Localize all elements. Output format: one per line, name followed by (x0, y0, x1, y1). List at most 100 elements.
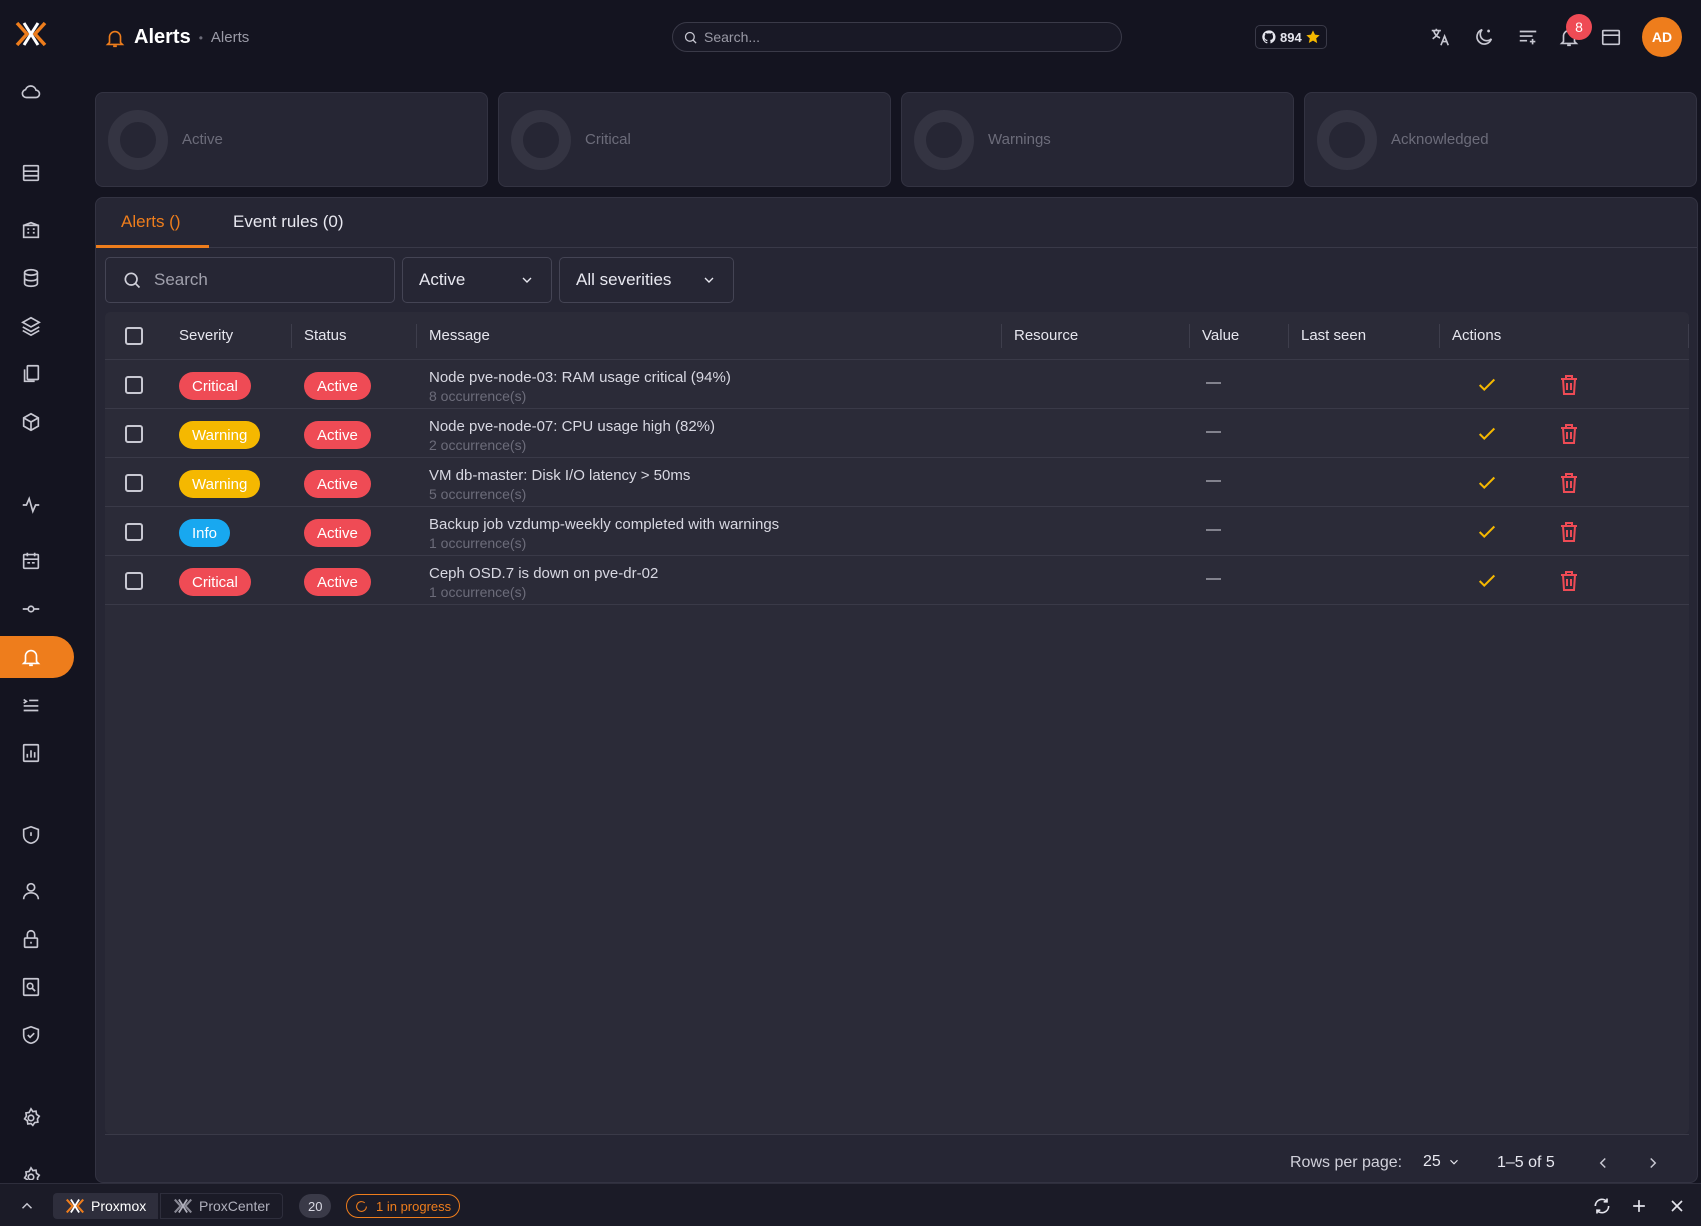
row-checkbox[interactable] (125, 376, 143, 394)
delete-button[interactable] (1557, 471, 1581, 495)
nav-commits[interactable] (0, 588, 74, 630)
column-divider (291, 324, 292, 348)
delete-button[interactable] (1557, 569, 1581, 593)
column-header-value[interactable]: Value (1202, 327, 1239, 344)
breadcrumb-current[interactable]: Alerts (211, 29, 249, 46)
connection-tab-proxcenter[interactable]: ProxCenter (160, 1193, 283, 1219)
row-checkbox[interactable] (125, 523, 143, 541)
acknowledge-button[interactable] (1476, 521, 1498, 543)
nav-admin-settings[interactable] (0, 1155, 74, 1180)
alert-search-input[interactable] (154, 270, 374, 290)
column-header-message[interactable]: Message (429, 327, 490, 344)
column-divider (1189, 324, 1190, 348)
column-header-severity[interactable]: Severity (179, 327, 233, 344)
translate-button[interactable] (1427, 24, 1453, 50)
chevron-right-icon (1650, 1157, 1657, 1169)
tab-alerts[interactable]: Alerts () (121, 212, 181, 232)
alert-message: VM db-master: Disk I/O latency > 50ms (429, 467, 691, 484)
previous-page-button[interactable] (1591, 1151, 1615, 1175)
bell-icon (21, 649, 41, 667)
table-row[interactable]: Warning Active VM db-master: Disk I/O la… (105, 458, 1689, 507)
connection-tab-proxmox[interactable]: Proxmox (53, 1193, 159, 1219)
refresh-button[interactable] (1592, 1196, 1612, 1216)
nav-cloud[interactable] (0, 71, 74, 113)
nav-monitoring[interactable] (0, 484, 74, 526)
layout-toggle-button[interactable] (1598, 24, 1624, 50)
task-progress-indicator[interactable]: 1 in progress (346, 1194, 461, 1218)
nav-layers[interactable] (0, 305, 74, 347)
nav-inventory[interactable] (0, 152, 74, 194)
table-row[interactable]: Critical Active Ceph OSD.7 is down on pv… (105, 556, 1689, 605)
column-header-actions: Actions (1452, 327, 1502, 344)
nav-storage[interactable] (0, 257, 74, 299)
alert-occurrences: 2 occurrence(s) (429, 437, 527, 453)
alert-value: — (1206, 374, 1221, 391)
stat-card-acknowledged: Acknowledged (1304, 92, 1697, 187)
global-search[interactable] (672, 22, 1122, 52)
add-tab-button[interactable] (1629, 1196, 1649, 1216)
cloud-icon (21, 85, 41, 99)
alert-search[interactable] (105, 257, 395, 303)
status-badge: Active (304, 470, 371, 498)
github-stars-button[interactable]: 894 (1255, 25, 1327, 49)
trash-icon (1561, 424, 1577, 444)
rows-per-page-select[interactable]: 25 (1423, 1153, 1461, 1171)
close-panel-button[interactable] (1667, 1196, 1687, 1216)
nav-calendar[interactable] (0, 540, 74, 582)
check-icon (1478, 427, 1496, 441)
nav-tasks[interactable] (0, 684, 74, 726)
tab-event-rules[interactable]: Event rules (0) (233, 212, 344, 232)
task-queue-button[interactable] (1515, 24, 1541, 50)
next-page-button[interactable] (1641, 1151, 1665, 1175)
nav-audit[interactable] (0, 966, 74, 1008)
column-header-last-seen[interactable]: Last seen (1301, 327, 1366, 344)
status-filter-select[interactable]: Active (402, 257, 552, 303)
global-search-input[interactable] (704, 29, 1084, 45)
task-count-badge[interactable]: 20 (299, 1194, 332, 1218)
building-icon (22, 221, 40, 239)
app-logo-icon[interactable] (14, 20, 48, 48)
acknowledge-button[interactable] (1476, 374, 1498, 396)
queue-icon (1519, 30, 1537, 45)
table-row[interactable]: Critical Active Node pve-node-03: RAM us… (105, 360, 1689, 409)
row-checkbox[interactable] (125, 474, 143, 492)
page-title: Alerts (134, 26, 191, 48)
trash-icon (1561, 522, 1577, 542)
rows-per-page-value: 25 (1423, 1153, 1441, 1170)
table-row[interactable]: Info Active Backup job vzdump-weekly com… (105, 507, 1689, 556)
delete-button[interactable] (1557, 520, 1581, 544)
nav-users[interactable] (0, 870, 74, 912)
expand-panel-button[interactable] (18, 1197, 36, 1215)
alert-occurrences: 1 occurrence(s) (429, 535, 527, 551)
alert-occurrences: 1 occurrence(s) (429, 584, 527, 600)
delete-button[interactable] (1557, 373, 1581, 397)
acknowledge-button[interactable] (1476, 423, 1498, 445)
delete-button[interactable] (1557, 422, 1581, 446)
translate-icon (1431, 28, 1450, 46)
select-all-checkbox[interactable] (125, 327, 143, 345)
user-avatar[interactable]: AD (1642, 17, 1682, 57)
column-header-resource[interactable]: Resource (1014, 327, 1078, 344)
stat-card-critical: Critical (498, 92, 891, 187)
nav-security[interactable] (0, 814, 74, 856)
acknowledge-button[interactable] (1476, 472, 1498, 494)
nav-alerts[interactable] (0, 636, 74, 678)
nav-datacenter[interactable] (0, 209, 74, 251)
nav-permissions[interactable] (0, 918, 74, 960)
status-filter-value: Active (419, 270, 466, 289)
nav-compliance[interactable] (0, 1014, 74, 1056)
theme-toggle-button[interactable] (1471, 24, 1497, 50)
acknowledge-button[interactable] (1476, 570, 1498, 592)
severity-filter-select[interactable]: All severities (559, 257, 734, 303)
column-header-status[interactable]: Status (304, 327, 347, 344)
nav-templates[interactable] (0, 353, 74, 395)
nav-resources[interactable] (0, 401, 74, 443)
nav-settings[interactable] (0, 1097, 74, 1139)
chevron-down-icon (522, 277, 532, 283)
stat-ring (914, 109, 974, 170)
notification-count-badge: 8 (1566, 14, 1592, 40)
row-checkbox[interactable] (125, 425, 143, 443)
nav-reports[interactable] (0, 732, 74, 774)
table-row[interactable]: Warning Active Node pve-node-07: CPU usa… (105, 409, 1689, 458)
row-checkbox[interactable] (125, 572, 143, 590)
